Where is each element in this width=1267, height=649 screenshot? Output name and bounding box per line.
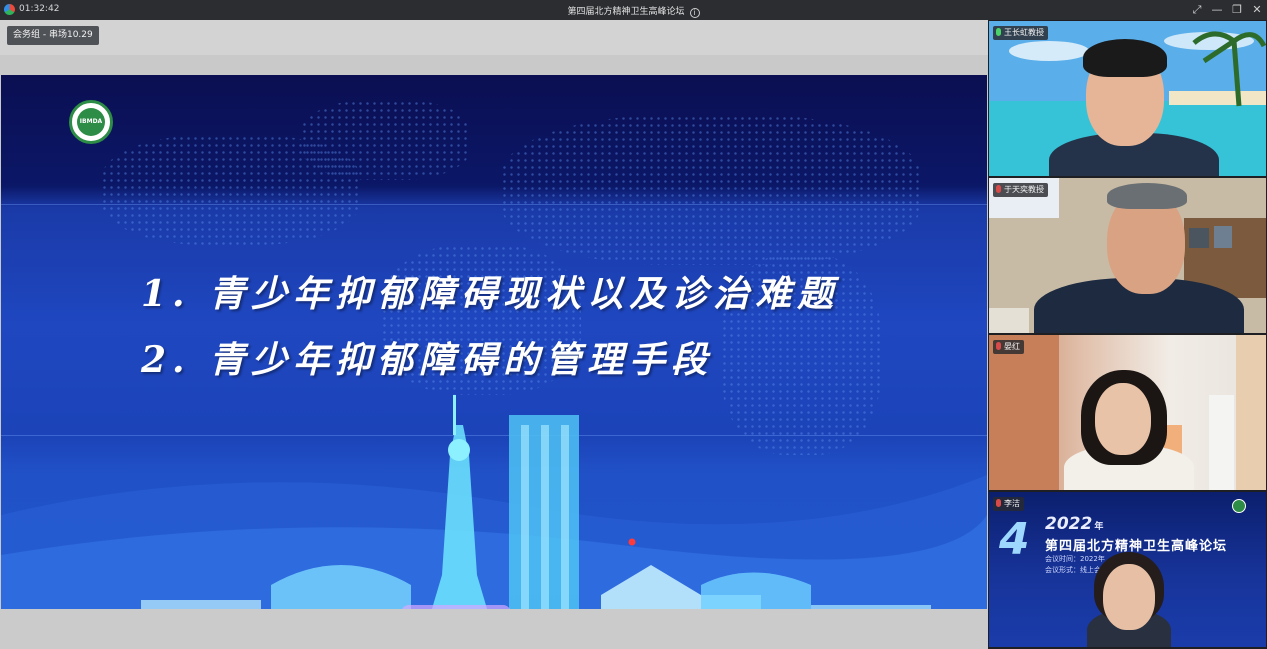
banner-big-number: 4 — [999, 514, 1030, 565]
participant-face — [1095, 383, 1151, 455]
participant-hair — [1083, 39, 1167, 77]
world-map-dots — [501, 115, 921, 265]
slide-line-2: 2. 青少年抑郁障碍的管理手段 — [141, 339, 714, 381]
participant-name-tag: 晏红 — [993, 340, 1024, 354]
banner-year: 2022 年 — [1045, 514, 1103, 534]
participant-name-tag: 王长虹教授 — [993, 26, 1048, 40]
fullscreen-icon[interactable]: ⤢ — [1189, 2, 1205, 18]
banner-year-value: 2022 — [1045, 514, 1093, 534]
participant-video-panel: 王长虹教授 于天奕教授 晏红 4 2022 年 第四届北方精神卫生高峰论坛 会议… — [988, 20, 1267, 649]
shared-screen-footer — [0, 609, 988, 649]
organization-logo: IBMDA — [69, 100, 113, 144]
participant-video-tile[interactable]: 于天奕教授 — [989, 178, 1266, 333]
participant-video-tile[interactable]: 王长虹教授 — [989, 21, 1266, 176]
window-titlebar: 01:32:42 第四届北方精神卫生高峰论坛 i ⤢ — ❐ ✕ — [0, 0, 1267, 20]
participant-hair — [1107, 183, 1187, 209]
participant-face — [1103, 564, 1155, 630]
participant-name: 王长虹教授 — [1004, 28, 1044, 37]
banner-logo-icon — [1232, 499, 1246, 513]
minimize-icon[interactable]: — — [1209, 2, 1225, 18]
participant-name: 于天奕教授 — [1004, 185, 1044, 194]
banner-time-line: 会议时间：2022年 — [1045, 555, 1105, 563]
shared-screen-header: 会务组 - 串场10.29 — [0, 20, 988, 55]
world-map-dots — [301, 100, 471, 180]
participant-name-tag: 于天奕教授 — [993, 183, 1048, 197]
participant-video-tile[interactable]: 晏红 — [989, 335, 1266, 490]
restore-icon[interactable]: ❐ — [1229, 2, 1245, 18]
meeting-title: 第四届北方精神卫生高峰论坛 — [567, 7, 685, 17]
banner-year-suffix: 年 — [1094, 522, 1104, 532]
mic-muted-icon — [996, 185, 1001, 193]
window-title: 第四届北方精神卫生高峰论坛 i — [0, 4, 1267, 18]
slide-line-1: 1. 青少年抑郁障碍现状以及诊治难题 — [141, 273, 840, 315]
logo-text: IBMDA — [77, 108, 105, 136]
participant-name: 李洁 — [1004, 499, 1020, 508]
room-label[interactable]: 会务组 - 串场10.29 — [7, 26, 99, 45]
banner-form-line: 会议形式：线上会 — [1045, 566, 1101, 574]
slide-divider — [1, 204, 987, 205]
participant-name-tag: 李洁 — [993, 497, 1024, 511]
mic-muted-icon — [996, 342, 1001, 350]
mic-on-icon — [996, 28, 1001, 36]
presentation-slide: IBMDA 1. 青少年抑郁障碍现状以及诊治难题 2. 青少年抑郁障碍的管理手段 — [1, 75, 987, 629]
participant-name: 晏红 — [1004, 342, 1020, 351]
participant-video-tile[interactable]: 4 2022 年 第四届北方精神卫生高峰论坛 会议时间：2022年 会议形式：线上… — [989, 492, 1266, 647]
info-icon[interactable]: i — [689, 8, 700, 18]
banner-title: 第四届北方精神卫生高峰论坛 — [1045, 539, 1228, 554]
city-skyline-illustration — [1, 395, 987, 629]
mic-muted-icon — [996, 499, 1001, 507]
close-icon[interactable]: ✕ — [1249, 2, 1265, 18]
shared-screen-area: 会务组 - 串场10.29 IBMDA 1. 青少年抑郁障碍现状以及诊治难题 2… — [0, 20, 988, 649]
